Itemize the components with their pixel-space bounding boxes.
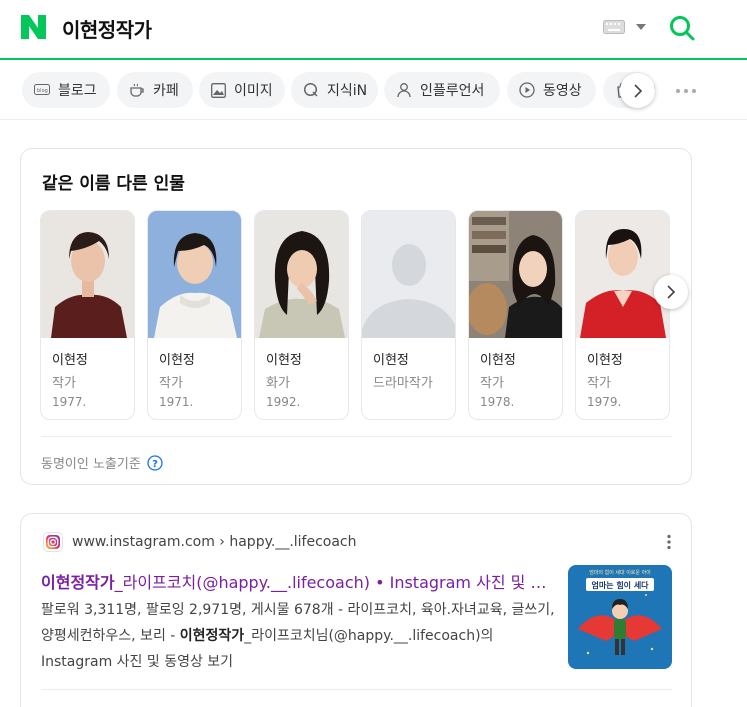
person-year: 1979. <box>587 395 622 409</box>
title-text: _라이프코치(@happy.__.lifecoach) • Instagram … <box>114 573 561 592</box>
person-photo <box>255 211 348 338</box>
person-name: 이현정 <box>587 353 623 368</box>
person-name: 이현정 <box>480 353 516 368</box>
section-divider <box>41 689 672 690</box>
person-icon <box>397 83 411 98</box>
kin-icon <box>303 82 318 97</box>
namesake-criteria-link[interactable]: 동명이인 노출기준 ? <box>41 453 163 472</box>
search-tabs: blog 블로그 카페 이미지 지식iN 인플루언서 동영상 쇼핑 <box>0 60 747 120</box>
result-description: 팔로워 3,311명, 팔로잉 2,971명, 게시물 678개 - 라이프코치… <box>41 597 561 675</box>
person-job: 작가 <box>480 376 504 391</box>
search-query[interactable]: 이현정작가 <box>62 14 152 43</box>
search-header: 이현정작가 <box>0 0 747 58</box>
person-name: 이현정 <box>373 353 409 368</box>
section-title: 같은 이름 다른 인물 <box>42 174 185 194</box>
person-name: 이현정 <box>266 353 302 368</box>
person-job: 드라마작가 <box>373 376 433 391</box>
person-photo <box>469 211 562 338</box>
book-cover-image: 엄마의 힘이 세대 이로운 아이 엄마는 힘이 세다 <box>568 565 672 669</box>
web-result-card: www.instagram.com › happy.__.lifecoach 이… <box>20 513 692 707</box>
person-card[interactable]: 이현정 작가 1978. <box>468 210 563 420</box>
tab-cafe[interactable]: 카페 <box>117 72 193 108</box>
chevron-down-icon[interactable] <box>636 24 646 30</box>
person-year: 1977. <box>52 395 87 409</box>
naver-logo-icon[interactable] <box>21 15 46 39</box>
person-job: 화가 <box>266 376 290 391</box>
cafe-icon <box>130 83 144 97</box>
person-year: 1992. <box>266 395 301 409</box>
tab-influencer[interactable]: 인플루언서 <box>384 72 500 108</box>
more-vertical-icon[interactable] <box>666 534 672 550</box>
person-job: 작가 <box>587 376 611 391</box>
result-title-link[interactable]: 이현정작가_라이프코치(@happy.__.lifecoach) • Insta… <box>41 569 561 593</box>
blog-icon: blog <box>34 84 50 95</box>
tab-label: 이미지 <box>234 83 273 99</box>
tab-image[interactable]: 이미지 <box>199 72 285 108</box>
svg-text:blog: blog <box>37 88 48 94</box>
play-icon <box>519 82 535 98</box>
people-next-button[interactable] <box>654 275 688 309</box>
result-thumbnail[interactable]: 엄마의 힘이 세대 이로운 아이 엄마는 힘이 세다 <box>568 565 672 669</box>
criteria-label: 동명이인 노출기준 <box>41 457 141 472</box>
person-name: 이현정 <box>159 353 195 368</box>
cover-top-text: 엄마의 힘이 세대 이로운 아이 <box>589 569 651 576</box>
person-card[interactable]: 이현정 작가 1979. <box>575 210 670 420</box>
instagram-icon[interactable] <box>43 532 63 552</box>
person-card[interactable]: 이현정 화가 1992. <box>254 210 349 420</box>
same-name-people-card: 같은 이름 다른 인물 이현정 작가 1977. 이현정 작가 1971. 이현… <box>20 148 692 485</box>
person-job: 작가 <box>159 376 183 391</box>
person-card[interactable]: 이현정 작가 1977. <box>40 210 135 420</box>
person-photo <box>41 211 134 338</box>
chevron-right-icon <box>633 83 642 98</box>
person-job: 작가 <box>52 376 76 391</box>
person-card[interactable]: 이현정 작가 1971. <box>147 210 242 420</box>
tab-video[interactable]: 동영상 <box>507 72 596 108</box>
help-icon[interactable]: ? <box>147 454 163 471</box>
tab-label: 동영상 <box>543 83 582 99</box>
section-divider <box>41 436 672 437</box>
image-icon <box>211 82 226 98</box>
cover-title-text: 엄마는 힘이 세다 <box>591 580 649 590</box>
desc-highlight: 이현정작가 <box>179 628 245 644</box>
person-card[interactable]: 이현정 드라마작가 <box>361 210 456 420</box>
keyboard-icon[interactable] <box>603 20 625 34</box>
tab-blog[interactable]: blog 블로그 <box>22 72 110 108</box>
person-photo <box>576 211 669 338</box>
tab-label: 인플루언서 <box>420 83 485 99</box>
person-year: 1971. <box>159 395 194 409</box>
title-highlight: 이현정작가 <box>41 573 115 592</box>
person-placeholder-icon <box>362 211 455 338</box>
person-name: 이현정 <box>52 353 88 368</box>
result-url[interactable]: www.instagram.com › happy.__.lifecoach <box>72 534 357 550</box>
person-photo <box>148 211 241 338</box>
search-icon[interactable] <box>668 14 696 42</box>
more-horizontal-icon[interactable] <box>675 88 697 94</box>
tab-label: 카페 <box>153 83 179 99</box>
svg-text:?: ? <box>152 459 158 470</box>
chevron-right-icon <box>667 285 676 299</box>
tab-label: 지식iN <box>327 83 368 99</box>
person-year: 1978. <box>480 395 515 409</box>
tabs-next-button[interactable] <box>620 73 655 108</box>
tab-label: 블로그 <box>58 83 97 99</box>
tab-kin[interactable]: 지식iN <box>291 72 378 108</box>
